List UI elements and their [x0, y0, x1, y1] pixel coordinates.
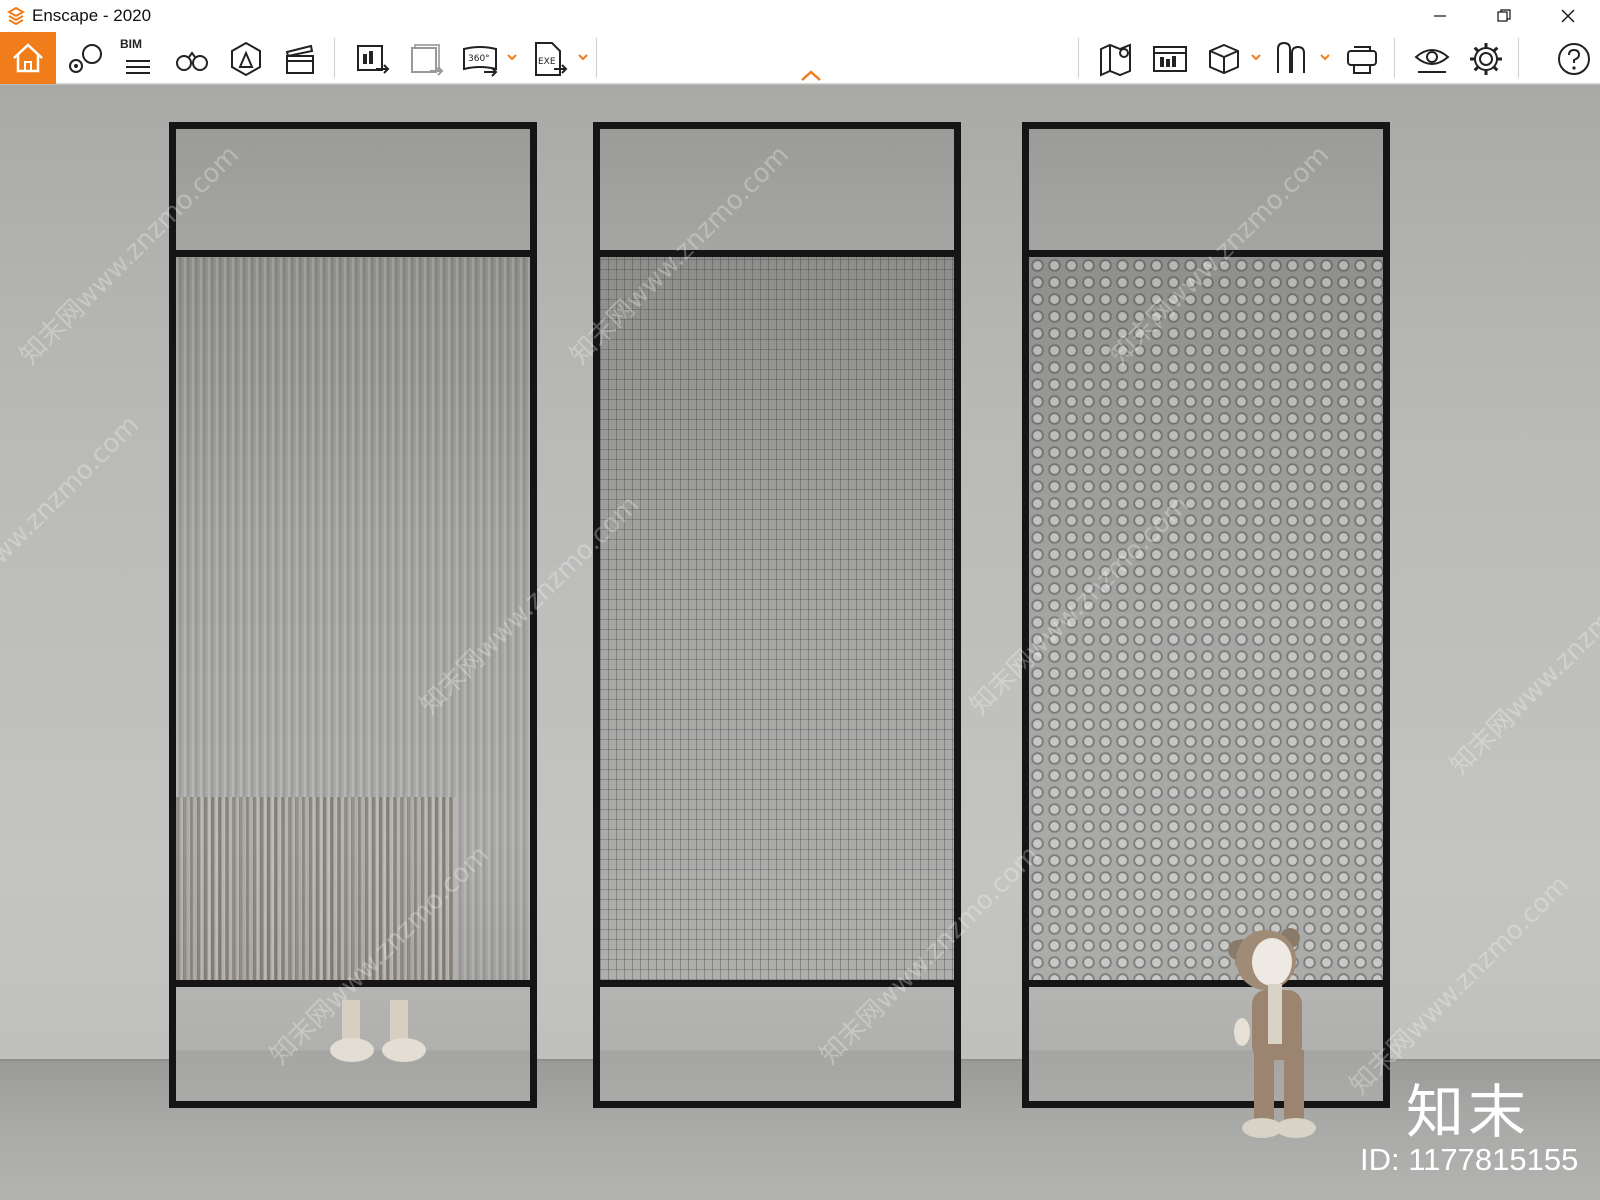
home-button[interactable] [0, 32, 56, 84]
bim-list-icon [126, 60, 150, 74]
vr-headset-icon [1347, 46, 1377, 74]
settings-button[interactable] [1460, 34, 1512, 84]
window-controls [1408, 0, 1600, 32]
home-icon [13, 43, 43, 73]
minimize-icon [1434, 15, 1446, 17]
asset-library-icon [231, 41, 261, 77]
map-icon [1100, 43, 1131, 77]
blurred-figure-behind-glass [176, 797, 456, 980]
title-bar: Enscape - 2020 [0, 0, 1600, 32]
toolbar-separator [1518, 38, 1519, 78]
orthographic-button[interactable] [1198, 34, 1250, 84]
restore-button[interactable] [1472, 0, 1536, 32]
vr-headset-button[interactable] [1336, 34, 1388, 84]
web-standalone-button[interactable] [1144, 34, 1196, 84]
batch-render-button[interactable] [400, 34, 452, 84]
eye-icon [1414, 49, 1450, 73]
location-pin-icon [69, 44, 102, 73]
binoculars-icon [176, 51, 208, 71]
visual-settings-button[interactable] [1406, 34, 1458, 84]
chevron-down-icon[interactable] [505, 50, 519, 64]
export-exe-icon: EXE [535, 42, 568, 76]
restore-icon [1497, 9, 1511, 22]
collaborative-button[interactable] [1266, 34, 1318, 84]
asset-library-button[interactable] [220, 34, 272, 84]
render-image-icon [357, 45, 390, 74]
web-standalone-icon [1153, 46, 1187, 72]
watermark: 知末网www.znzmo.com [1444, 549, 1600, 781]
brand-logo: 知末 [1406, 1078, 1531, 1146]
panorama-360-icon: 360° [463, 46, 498, 77]
gear-icon [1470, 43, 1502, 75]
chevron-up-icon[interactable] [798, 68, 824, 82]
main-toolbar: BIM 360° EXE [0, 32, 1600, 84]
minimize-button[interactable] [1408, 0, 1472, 32]
chevron-down-icon[interactable] [1249, 50, 1263, 64]
svg-text:EXE: EXE [538, 57, 556, 67]
cube-icon [1209, 43, 1239, 75]
chevron-down-icon[interactable] [576, 50, 590, 64]
svg-text:360°: 360° [468, 54, 490, 64]
clapperboard-icon [285, 44, 314, 74]
brand-id: ID: 1177815155 [1360, 1142, 1579, 1177]
bim-button[interactable] [112, 34, 164, 84]
map-button[interactable] [1090, 34, 1142, 84]
binoculars-button[interactable] [166, 34, 218, 84]
export-exe-button[interactable]: EXE [522, 34, 574, 84]
toolbar-separator [596, 38, 597, 78]
kaws-figure [1228, 928, 1316, 1138]
window-title: Enscape - 2020 [32, 6, 152, 25]
chevron-down-icon[interactable] [1318, 50, 1332, 64]
grid-glass [600, 257, 954, 980]
video-editor-button[interactable] [274, 34, 326, 84]
close-button[interactable] [1536, 0, 1600, 32]
enscape-logo-icon [6, 6, 26, 26]
watermark: 知末网www.znzmo.com [0, 409, 146, 641]
views-button[interactable] [58, 34, 110, 84]
help-icon [1558, 43, 1590, 75]
close-icon [1561, 9, 1575, 23]
toolbar-separator [1394, 38, 1395, 78]
help-button[interactable] [1548, 34, 1600, 84]
figure-feet-behind-glass [330, 1000, 426, 1062]
toolbar-separator [1078, 38, 1079, 78]
annotation-icon [1277, 41, 1305, 73]
batch-render-icon [411, 44, 444, 76]
toolbar-separator [334, 38, 335, 78]
render-image-button[interactable] [346, 34, 398, 84]
render-360-button[interactable]: 360° [454, 34, 506, 84]
render-viewport[interactable]: 知末网www.znzmo.com 知末网www.znzmo.com 知末网www… [0, 85, 1600, 1200]
